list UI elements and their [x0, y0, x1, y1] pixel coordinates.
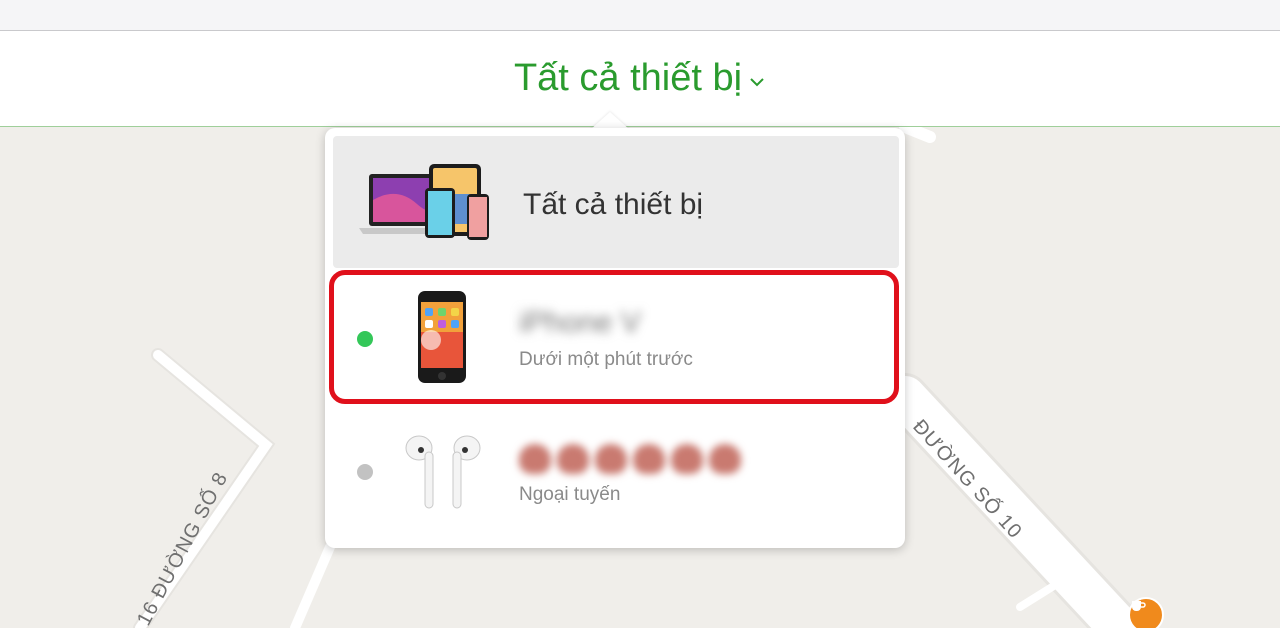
all-devices-label: Tất cả thiết bị — [523, 188, 704, 221]
online-status-dot — [357, 331, 373, 347]
airpods-icon — [403, 432, 483, 517]
device-row-airpods[interactable]: Ngoại tuyến — [333, 408, 899, 540]
page-title: Tất cả thiết bị — [513, 57, 743, 99]
device-status: Ngoại tuyến — [519, 484, 621, 505]
offline-status-dot — [357, 464, 373, 480]
device-selector-button[interactable]: Tất cả thiết bị — [0, 31, 1280, 126]
street-label: 16 ĐƯỜNG SỐ 8 — [131, 467, 232, 628]
browser-toolbar — [0, 0, 1280, 31]
all-devices-row[interactable]: Tất cả thiết bị — [333, 136, 899, 268]
iphone-icon — [417, 290, 467, 389]
chevron-down-icon — [748, 76, 766, 88]
device-name-redacted — [519, 444, 741, 474]
device-status: Dưới một phút trước — [519, 349, 693, 370]
device-name: iPhone V — [519, 306, 641, 339]
all-devices-icon — [357, 160, 497, 249]
coffee-icon[interactable] — [1128, 597, 1164, 628]
device-row-iphone[interactable]: iPhone V Dưới một phút trước — [333, 268, 899, 408]
